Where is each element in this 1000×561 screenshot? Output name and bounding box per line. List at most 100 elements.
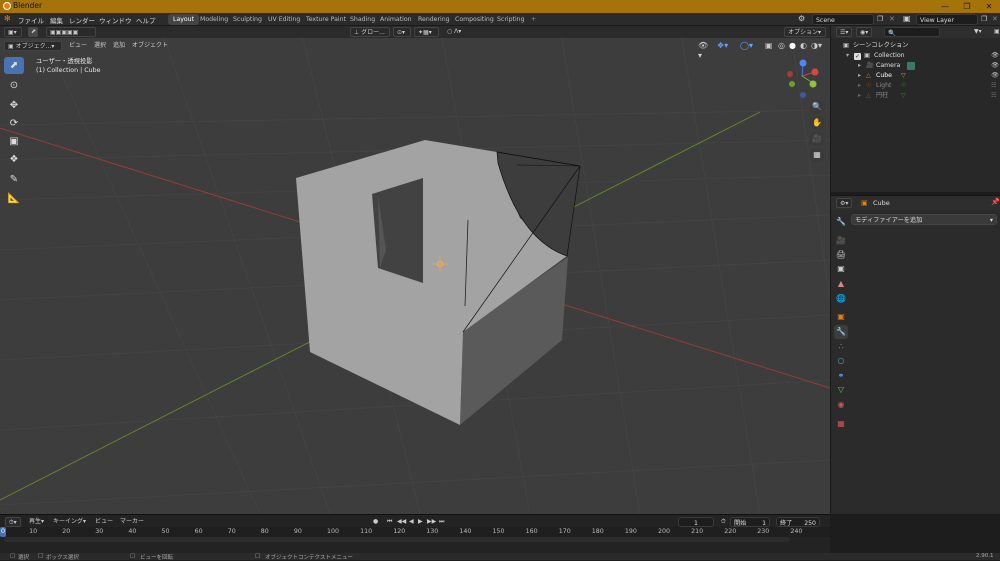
snap-toggle[interactable]: ✦▦▾ xyxy=(414,27,439,37)
add-workspace-button[interactable]: + xyxy=(526,14,541,25)
viewport-scene[interactable] xyxy=(0,26,830,514)
select-tool-icon[interactable]: ⬈ xyxy=(28,27,38,37)
options-dropdown[interactable]: オプション▾ xyxy=(784,27,826,37)
camera-view-icon[interactable]: 🎥 xyxy=(809,132,825,146)
expand-arrow-icon[interactable]: ▸ xyxy=(858,91,861,101)
scale-tool[interactable]: ▣ xyxy=(4,133,24,150)
minimize-button[interactable]: — xyxy=(934,0,956,13)
new-collection-icon[interactable]: ▣ xyxy=(991,27,1000,37)
zoom-icon[interactable]: 🔍 xyxy=(809,100,825,114)
mode-dropdown[interactable]: ▣ オブジェク...▾ xyxy=(4,41,62,51)
object-props-tab-icon[interactable]: ▣ xyxy=(834,310,848,324)
pan-hand-icon[interactable]: ✋ xyxy=(809,116,825,130)
menu-help[interactable]: ヘルプ xyxy=(136,15,156,25)
cube-object[interactable] xyxy=(296,140,581,425)
constraint-props-tab-icon[interactable]: ⚭ xyxy=(834,369,848,383)
menu-add[interactable]: 追加 xyxy=(110,41,128,51)
outliner-item-cylinder[interactable]: ▸ △ 円柱 ▽ ☵ xyxy=(831,91,1000,101)
remove-scene-icon[interactable]: ✕ xyxy=(889,15,895,23)
tab-sculpting[interactable]: Sculpting xyxy=(228,14,267,25)
expand-arrow-icon[interactable]: ▸ xyxy=(858,71,861,81)
outliner-search-input[interactable]: 🔍 xyxy=(884,27,940,37)
tab-rendering[interactable]: Rendering xyxy=(413,14,455,25)
eye-hidden-icon[interactable]: ☵ xyxy=(991,91,997,101)
tool-props-tab-icon[interactable]: 🔧 xyxy=(834,215,848,229)
physics-props-tab-icon[interactable]: ○ xyxy=(834,354,848,368)
texture-props-tab-icon[interactable]: ▦ xyxy=(834,417,848,431)
tab-animation[interactable]: Animation xyxy=(375,14,417,25)
timeline-menu-keying[interactable]: キーイング▾ xyxy=(50,517,89,527)
tab-scripting[interactable]: Scripting xyxy=(492,14,530,25)
eye-icon[interactable]: 👁 xyxy=(991,51,999,61)
timeline-scrollbar[interactable] xyxy=(4,537,790,542)
record-icon[interactable]: ● xyxy=(370,517,381,527)
cursor-tool[interactable]: ⊙ xyxy=(4,77,24,94)
view-layer-field[interactable]: View Layer xyxy=(916,14,978,25)
gizmo-toggle-icon[interactable]: ❖▾ xyxy=(714,41,731,51)
timeline-menu-marker[interactable]: マーカー xyxy=(117,517,147,527)
navigation-gizmo[interactable] xyxy=(787,59,819,99)
checkbox-icon[interactable]: ✓ xyxy=(854,52,861,60)
overlay-toggle-icon[interactable]: ◯▾ xyxy=(737,41,756,51)
tab-uv-editing[interactable]: UV Editing xyxy=(263,14,305,25)
eye-icon[interactable]: 👁 xyxy=(991,61,999,71)
menu-edit[interactable]: 編集 xyxy=(50,15,63,25)
expand-arrow-icon[interactable]: ▸ xyxy=(858,81,861,91)
xray-toggle-icon[interactable]: ▣ xyxy=(762,41,776,51)
particles-props-tab-icon[interactable]: ∴ xyxy=(834,340,848,354)
new-view-layer-icon[interactable]: ❐ xyxy=(981,15,987,23)
transform-orientation-dropdown[interactable]: ⊥ グロー... xyxy=(350,27,390,37)
select-box-tool[interactable]: ⬈ xyxy=(4,57,24,74)
annotate-tool[interactable]: ✎ xyxy=(4,171,24,188)
outliner-item-light[interactable]: ▸ ☉ Light ☉ ☵ xyxy=(831,81,1000,91)
pin-icon[interactable]: 📌 xyxy=(991,198,1000,206)
expand-arrow-icon[interactable]: ▸ xyxy=(858,61,861,71)
view-layer-props-tab-icon[interactable]: ▣ xyxy=(834,262,848,276)
timeline-menu-view[interactable]: ビュー xyxy=(92,517,116,527)
maximize-button[interactable]: ❐ xyxy=(956,0,978,13)
editor-type-icon[interactable]: ▣▾ xyxy=(4,27,22,37)
move-tool[interactable]: ✥ xyxy=(4,97,24,114)
measure-tool[interactable]: 📐 xyxy=(4,190,24,207)
tab-texture-paint[interactable]: Texture Paint xyxy=(301,14,351,25)
render-props-tab-icon[interactable]: 🎥 xyxy=(834,234,848,248)
start-frame-field[interactable]: 開始 1 xyxy=(730,517,770,527)
eye-hidden-icon[interactable]: ☵ xyxy=(991,81,997,91)
menu-view[interactable]: ビュー xyxy=(66,41,90,51)
current-frame-field[interactable]: 1 xyxy=(678,517,714,527)
shading-rendered-icon[interactable]: ◑▾ xyxy=(808,41,825,51)
pivot-point-dropdown[interactable]: ⊙▾ xyxy=(393,27,411,37)
outliner-scene-collection[interactable]: ▣ シーンコレクション xyxy=(831,41,1000,51)
world-props-tab-icon[interactable]: 🌐 xyxy=(834,292,848,306)
properties-editor-type-icon[interactable]: ⚙▾ xyxy=(836,198,852,208)
display-mode-icon[interactable]: ◉▾ xyxy=(856,27,872,37)
menu-object[interactable]: オブジェクト xyxy=(129,41,171,51)
timeline-menu-playback[interactable]: 再生▾ xyxy=(26,517,47,527)
rotate-tool[interactable]: ⟳ xyxy=(4,115,24,132)
timeline-editor-type-icon[interactable]: ⏱▾ xyxy=(5,517,21,527)
eye-icon[interactable]: 👁 xyxy=(991,71,999,81)
ortho-grid-icon[interactable]: ▦ xyxy=(809,148,825,162)
menu-window[interactable]: ウィンドウ xyxy=(99,15,132,25)
remove-view-layer-icon[interactable]: ✕ xyxy=(992,15,998,23)
outliner-editor-type-icon[interactable]: ☰▾ xyxy=(836,27,852,37)
scene-props-tab-icon[interactable]: ▲ xyxy=(834,277,848,291)
filter-icon[interactable]: ▼▾ xyxy=(971,27,985,37)
menu-render[interactable]: レンダー xyxy=(69,15,95,25)
blender-menu-icon[interactable]: ✻ xyxy=(4,14,11,23)
menu-file[interactable]: ファイル xyxy=(18,15,44,25)
jump-end-icon[interactable]: ⏭ xyxy=(436,517,447,527)
menu-select[interactable]: 選択 xyxy=(91,41,109,51)
expand-arrow-icon[interactable]: ▾ xyxy=(846,51,849,61)
close-button[interactable]: ✕ xyxy=(978,0,1000,13)
proportional-edit-toggle[interactable]: ○ Λ▾ xyxy=(444,27,468,37)
select-mode-buttons[interactable]: ▣▣▣▣▣ xyxy=(46,27,96,37)
new-scene-icon[interactable]: ❐ xyxy=(877,15,883,23)
timeline-ruler[interactable] xyxy=(0,527,830,537)
modifier-props-tab-icon[interactable]: 🔧 xyxy=(834,325,848,339)
outliner-item-camera[interactable]: ▸ 🎥 Camera 👁 xyxy=(831,61,1000,71)
outliner-item-collection[interactable]: ▾ ✓ ▣ Collection 👁 xyxy=(831,51,1000,61)
material-props-tab-icon[interactable]: ◉ xyxy=(834,398,848,412)
add-modifier-dropdown[interactable]: モディファイアーを追加 ▾ xyxy=(851,214,997,225)
output-props-tab-icon[interactable]: 🖨 xyxy=(834,248,848,262)
